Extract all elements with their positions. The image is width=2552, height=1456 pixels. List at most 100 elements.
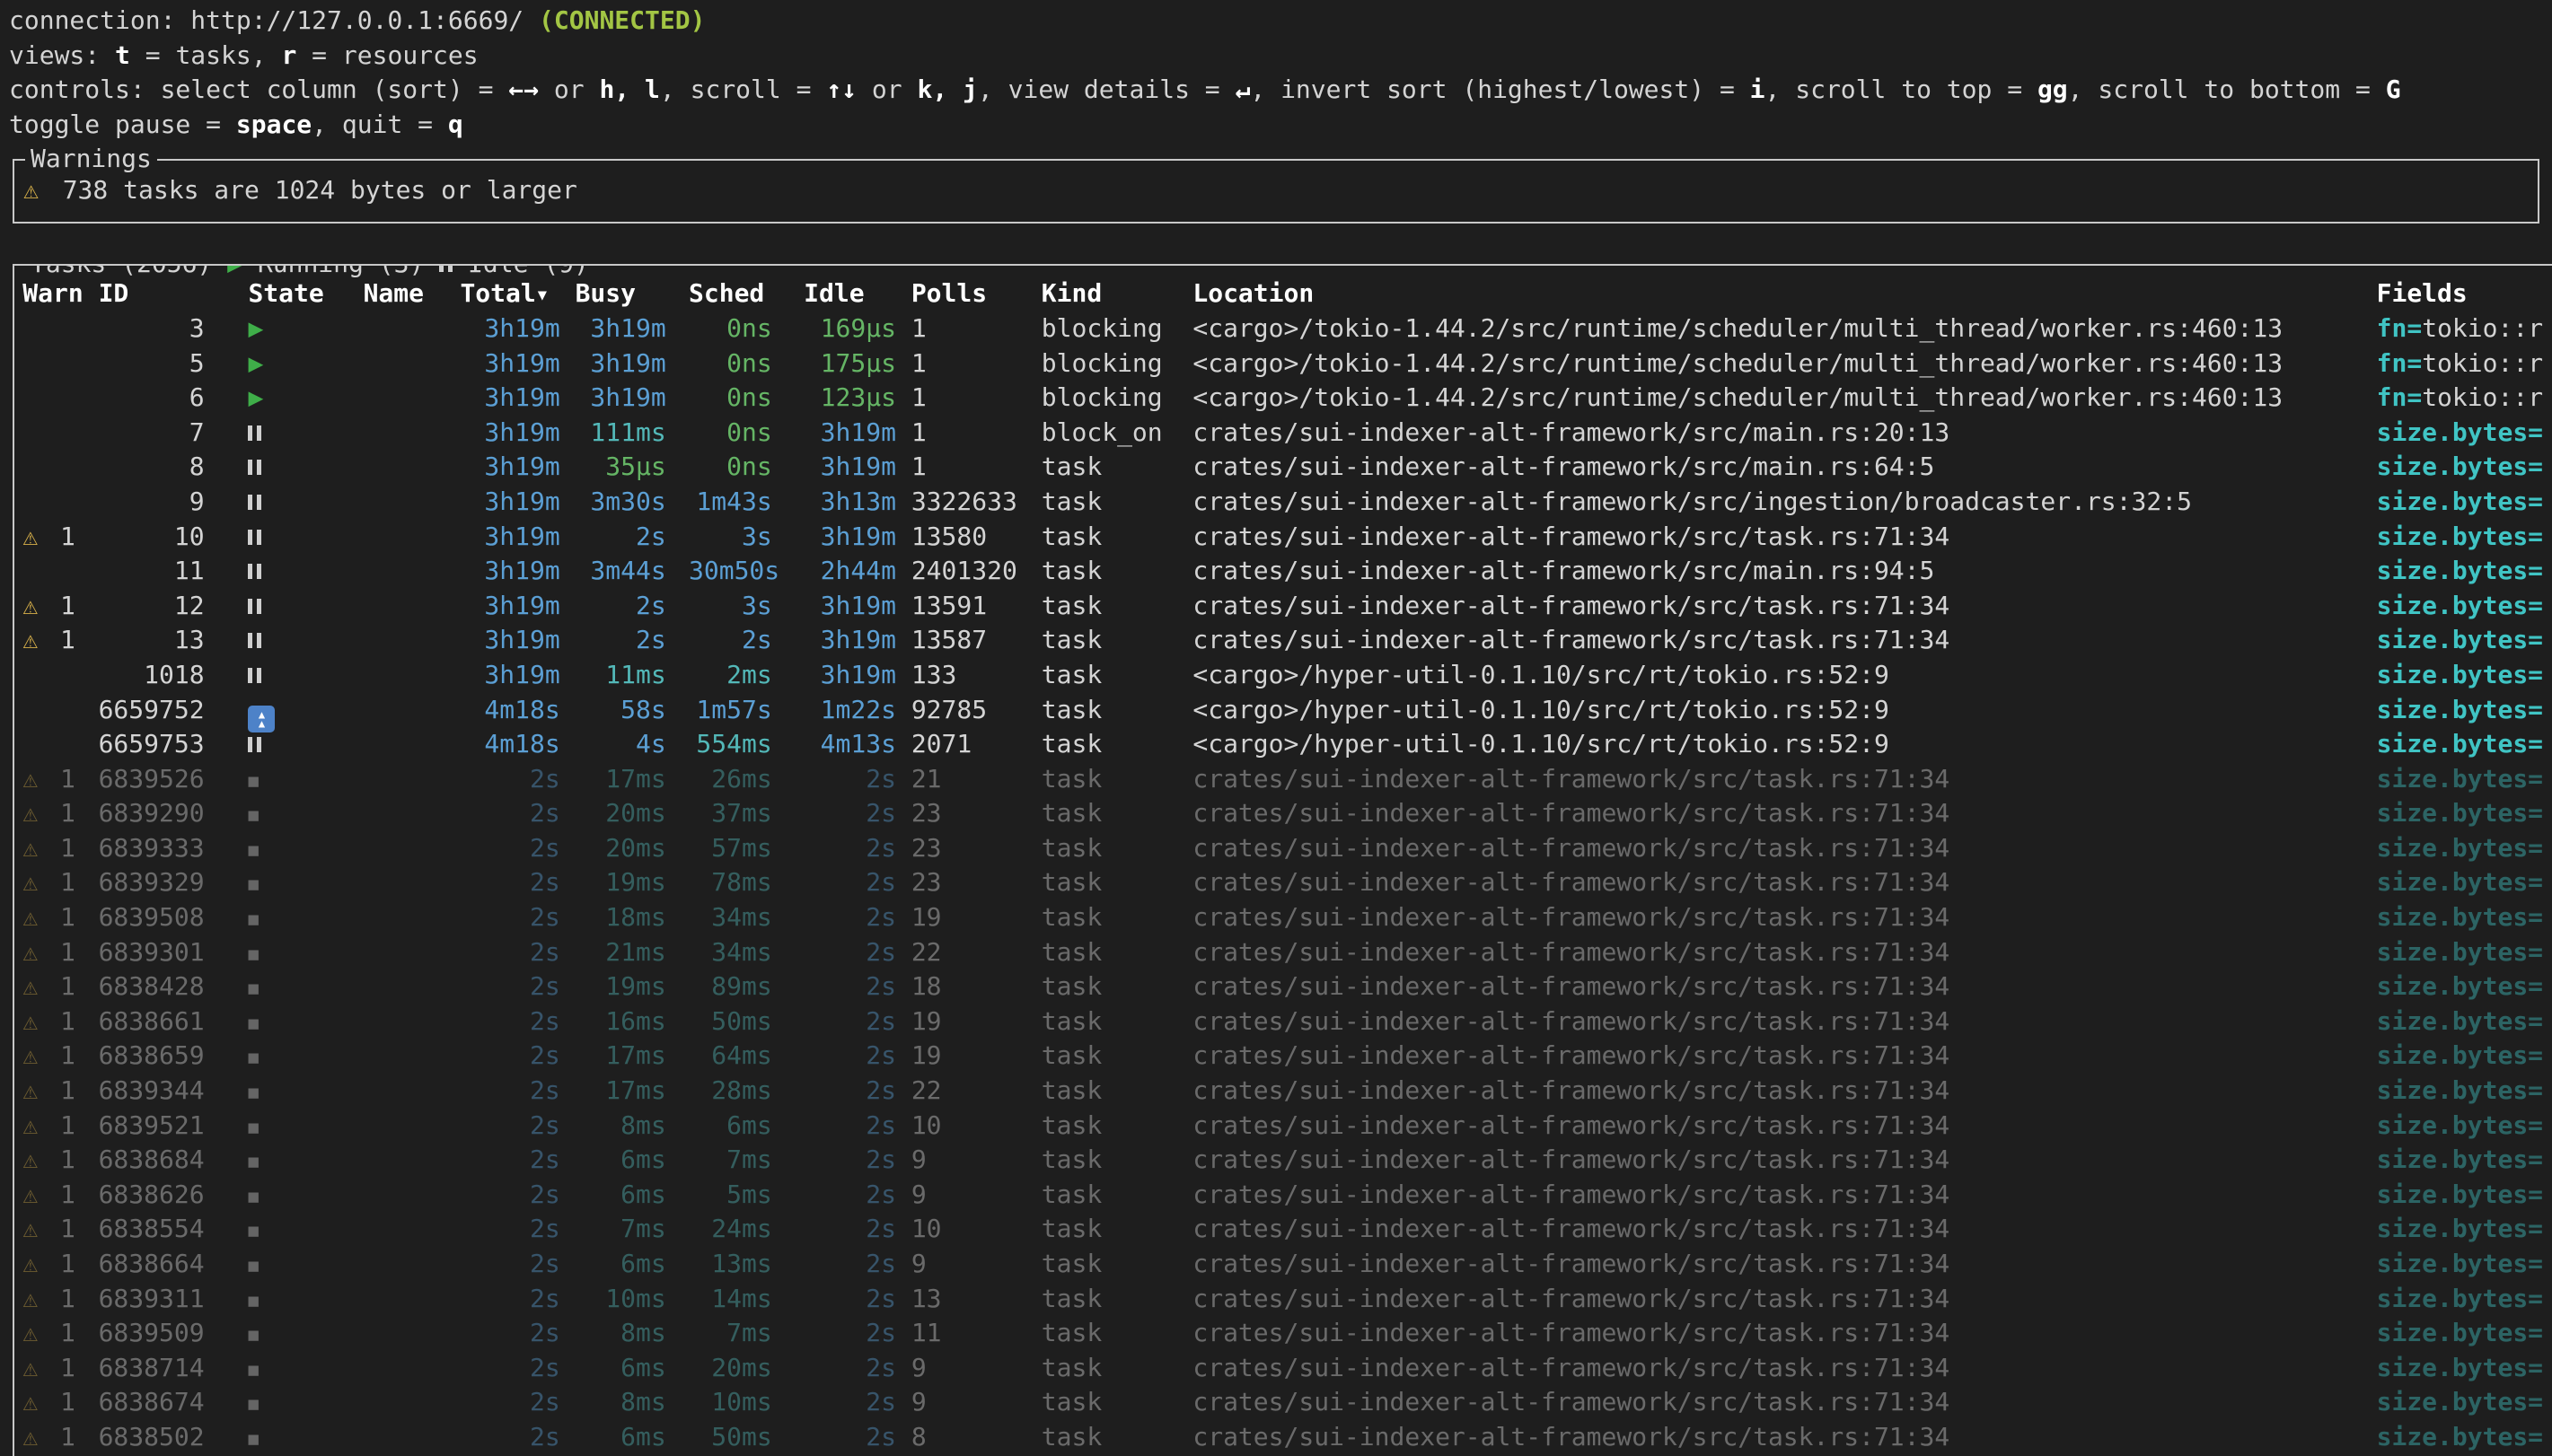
- cell-warn: ⚠1: [22, 623, 95, 658]
- cell-idle: 2s: [804, 1385, 896, 1420]
- running-icon: ▶: [227, 264, 242, 282]
- cell-fields: size.bytes=: [2377, 485, 2552, 520]
- task-row[interactable]: ⚠16838714■2s6ms20ms2s9taskcrates/sui-ind…: [14, 1351, 2552, 1386]
- cell-state: ■: [248, 865, 339, 900]
- cell-state: ▶: [248, 346, 339, 382]
- task-row[interactable]: ⚠1123h19m2s3s3h19m13591taskcrates/sui-in…: [14, 589, 2552, 624]
- task-row[interactable]: 3▶3h19m3h19m0ns169µs1blocking<cargo>/tok…: [14, 311, 2552, 346]
- column-header-state[interactable]: State: [248, 276, 339, 311]
- cell-warn: ⚠1: [22, 1282, 95, 1317]
- warn-count: 1: [60, 623, 75, 658]
- cell-state: ■: [248, 1282, 339, 1317]
- cell-sched: 2ms: [689, 658, 772, 693]
- task-row[interactable]: ⚠16839521■2s8ms6ms2s10taskcrates/sui-ind…: [14, 1109, 2552, 1144]
- cell-fields: size.bytes=: [2377, 1351, 2552, 1386]
- task-row[interactable]: ⚠16839329■2s19ms78ms2s23taskcrates/sui-i…: [14, 865, 2552, 900]
- tasks-table-header: WarnID State NameTotal▼ Busy Sched Idle Polls K…: [14, 276, 2552, 311]
- column-header-idle[interactable]: Idle: [804, 276, 896, 311]
- cell-id: 6: [99, 381, 205, 416]
- cell-name: [364, 1351, 454, 1386]
- cell-warn: ⚠1: [22, 969, 95, 1004]
- task-row[interactable]: ⚠16838502■2s6ms50ms2s8taskcrates/sui-ind…: [14, 1420, 2552, 1455]
- task-row[interactable]: 113h19m3m44s30m50s2h44m2401320taskcrates…: [14, 554, 2552, 589]
- stop-icon: ■: [248, 1318, 258, 1353]
- cell-id: 6839526: [99, 762, 205, 797]
- column-header-busy[interactable]: Busy: [576, 276, 666, 311]
- text-segment: or: [539, 75, 599, 104]
- running-icon: ▶: [248, 346, 263, 382]
- cell-idle: 2s: [804, 796, 896, 831]
- cell-kind: task: [1042, 900, 1185, 935]
- cell-warn: [22, 450, 95, 485]
- column-header-fields[interactable]: Fields: [2377, 276, 2552, 311]
- views-line: views: t = tasks, r = resources: [0, 39, 2552, 74]
- cell-name: [364, 865, 454, 900]
- cell-fields: fn=tokio::r: [2377, 346, 2552, 382]
- task-row[interactable]: ⚠16839526■2s17ms26ms2s21taskcrates/sui-i…: [14, 762, 2552, 797]
- task-row[interactable]: ⚠1103h19m2s3s3h19m13580taskcrates/sui-in…: [14, 520, 2552, 555]
- cell-kind: task: [1042, 658, 1185, 693]
- cell-state: [248, 520, 339, 555]
- column-header-kind[interactable]: Kind: [1042, 276, 1185, 311]
- task-row[interactable]: 93h19m3m30s1m43s3h13m3322633taskcrates/s…: [14, 485, 2552, 520]
- cell-id: 10: [99, 520, 205, 555]
- column-header-sched[interactable]: Sched: [689, 276, 772, 311]
- tasks-panel-title: Tasks (2056) ▶ Running (3) Idle (9): [25, 264, 594, 282]
- column-header-name[interactable]: Name: [364, 276, 454, 311]
- text-segment: = resources: [296, 40, 478, 70]
- task-row[interactable]: 73h19m111ms0ns3h19m1block_oncrates/sui-i…: [14, 416, 2552, 451]
- column-header-polls[interactable]: Polls: [911, 276, 1033, 311]
- cell-name: [364, 485, 454, 520]
- column-header-total[interactable]: Total▼: [460, 276, 559, 311]
- cell-busy: 3h19m: [576, 311, 666, 346]
- task-row[interactable]: ⚠16839301■2s21ms34ms2s22taskcrates/sui-i…: [14, 935, 2552, 970]
- task-row[interactable]: 83h19m35µs0ns3h19m1taskcrates/sui-indexe…: [14, 450, 2552, 485]
- cell-idle: 2s: [804, 1039, 896, 1074]
- cell-total: 2s: [460, 1351, 559, 1386]
- field-key: fn=: [2377, 382, 2423, 412]
- cell-idle: 4m13s: [804, 727, 896, 762]
- task-row[interactable]: 5▶3h19m3h19m0ns175µs1blocking<cargo>/tok…: [14, 346, 2552, 382]
- cell-state: ■: [248, 900, 339, 935]
- cell-fields: size.bytes=: [2377, 1385, 2552, 1420]
- task-row[interactable]: ⚠16838659■2s17ms64ms2s19taskcrates/sui-i…: [14, 1039, 2552, 1074]
- task-row[interactable]: ⚠16838554■2s7ms24ms2s10taskcrates/sui-in…: [14, 1212, 2552, 1247]
- task-row[interactable]: 6▶3h19m3h19m0ns123µs1blocking<cargo>/tok…: [14, 381, 2552, 416]
- cell-fields: size.bytes=: [2377, 520, 2552, 555]
- cell-kind: task: [1042, 1247, 1185, 1282]
- task-row[interactable]: ⚠16839311■2s10ms14ms2s13taskcrates/sui-i…: [14, 1282, 2552, 1317]
- cell-state: [248, 623, 339, 658]
- task-row[interactable]: ⚠16839344■2s17ms28ms2s22taskcrates/sui-i…: [14, 1074, 2552, 1109]
- cell-sched: 5ms: [689, 1178, 772, 1213]
- task-row[interactable]: ⚠16839290■2s20ms37ms2s23taskcrates/sui-i…: [14, 796, 2552, 831]
- cell-idle: 2s: [804, 831, 896, 866]
- warn-count: 1: [60, 1004, 75, 1039]
- task-row[interactable]: ⚠16838428■2s19ms89ms2s18taskcrates/sui-i…: [14, 969, 2552, 1004]
- cell-sched: 89ms: [689, 969, 772, 1004]
- column-header-warn[interactable]: Warn: [22, 276, 95, 311]
- task-row[interactable]: ⚠16838661■2s16ms50ms2s19taskcrates/sui-i…: [14, 1004, 2552, 1039]
- cell-kind: task: [1042, 865, 1185, 900]
- task-row[interactable]: 6659752▲▲4m18s58s1m57s1m22s92785task<car…: [14, 693, 2552, 728]
- task-row[interactable]: ⚠16838684■2s6ms7ms2s9taskcrates/sui-inde…: [14, 1143, 2552, 1178]
- cell-fields: size.bytes=: [2377, 1212, 2552, 1247]
- warn-count: 1: [60, 520, 75, 555]
- cell-kind: task: [1042, 1178, 1185, 1213]
- task-row[interactable]: ⚠16839509■2s8ms7ms2s11taskcrates/sui-ind…: [14, 1316, 2552, 1351]
- task-row[interactable]: ⚠16839508■2s18ms34ms2s19taskcrates/sui-i…: [14, 900, 2552, 935]
- task-row[interactable]: 66597534m18s4s554ms4m13s2071task<cargo>/…: [14, 727, 2552, 762]
- cell-location: crates/sui-indexer-alt-framework/src/tas…: [1192, 520, 2373, 555]
- task-row[interactable]: ⚠16838664■2s6ms13ms2s9taskcrates/sui-ind…: [14, 1247, 2552, 1282]
- column-header-id[interactable]: ID: [99, 276, 205, 311]
- cell-fields: fn=tokio::r: [2377, 381, 2552, 416]
- task-row[interactable]: ⚠1133h19m2s2s3h19m13587taskcrates/sui-in…: [14, 623, 2552, 658]
- task-row[interactable]: ⚠16838626■2s6ms5ms2s9taskcrates/sui-inde…: [14, 1178, 2552, 1213]
- task-row[interactable]: ⚠16838674■2s8ms10ms2s9taskcrates/sui-ind…: [14, 1385, 2552, 1420]
- column-header-location[interactable]: Location: [1192, 276, 2373, 311]
- cell-idle: 2s: [804, 1178, 896, 1213]
- stop-icon: ■: [248, 1387, 258, 1422]
- cell-busy: 10ms: [576, 1282, 666, 1317]
- cell-fields: size.bytes=: [2377, 623, 2552, 658]
- task-row[interactable]: 10183h19m11ms2ms3h19m133task<cargo>/hype…: [14, 658, 2552, 693]
- task-row[interactable]: ⚠16839333■2s20ms57ms2s23taskcrates/sui-i…: [14, 831, 2552, 866]
